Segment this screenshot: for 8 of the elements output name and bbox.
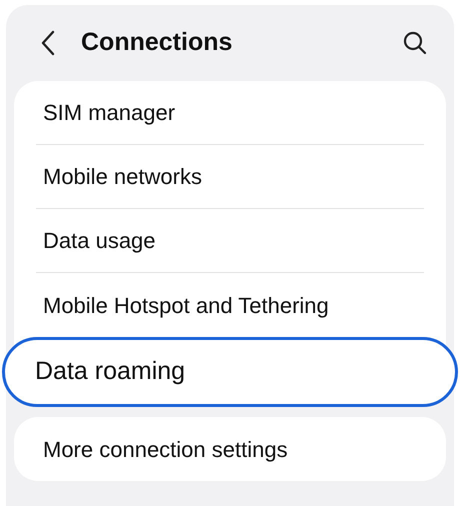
page-title: Connections <box>81 27 232 58</box>
settings-item[interactable]: Mobile networks <box>36 145 424 209</box>
settings-item[interactable]: Data roaming <box>2 337 458 407</box>
settings-item[interactable]: Data usage <box>36 209 424 273</box>
settings-item[interactable]: Mobile Hotspot and Tethering <box>36 273 424 337</box>
search-icon[interactable] <box>402 30 428 56</box>
settings-item[interactable]: SIM manager <box>36 81 424 145</box>
settings-item[interactable]: More connection settings <box>36 417 424 481</box>
